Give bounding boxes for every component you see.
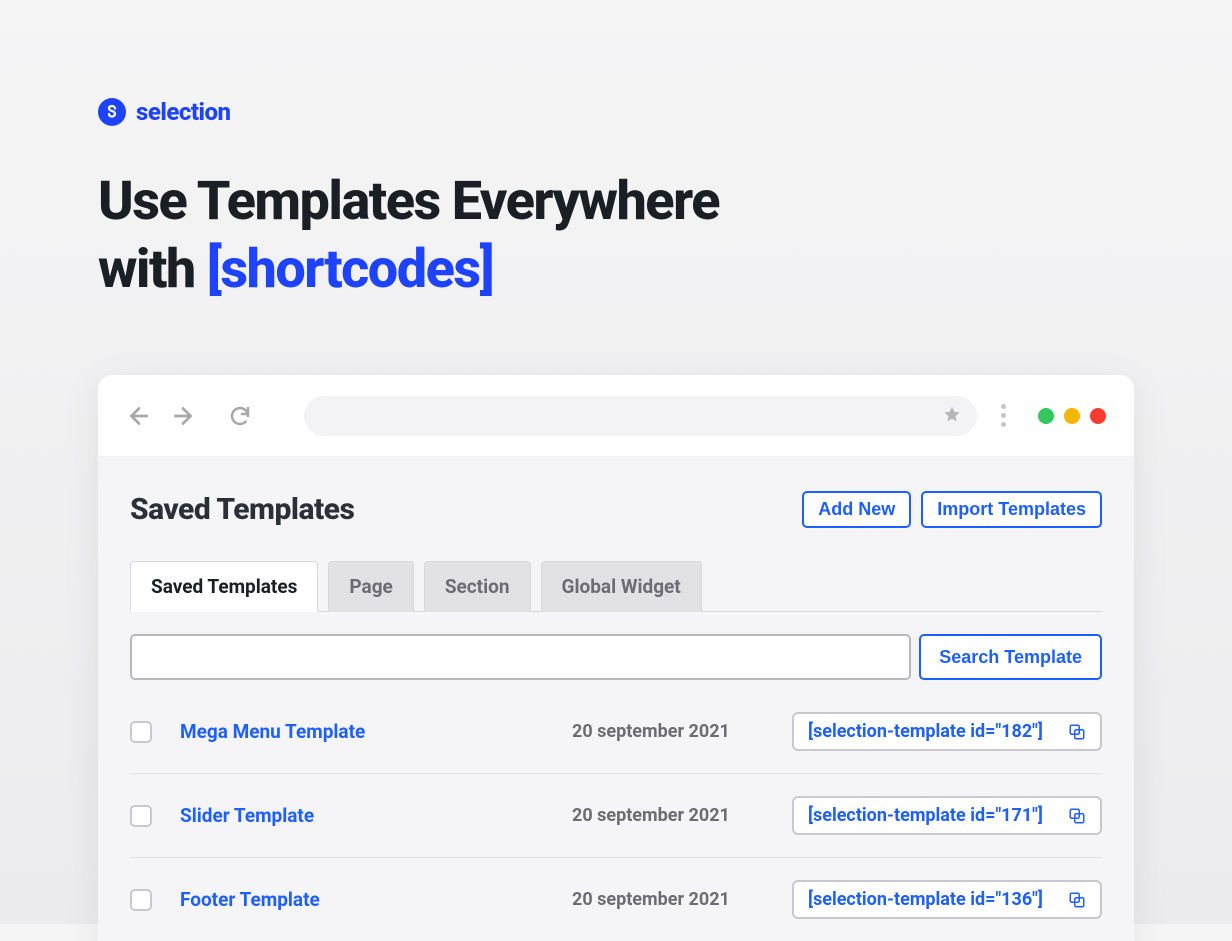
- tab-saved-templates[interactable]: Saved Templates: [130, 561, 318, 612]
- table-row: Footer Template 20 september 2021 [selec…: [130, 858, 1102, 941]
- traffic-red-icon[interactable]: [1090, 408, 1106, 424]
- tab-page[interactable]: Page: [328, 561, 413, 612]
- search-button[interactable]: Search Template: [919, 634, 1102, 680]
- bookmark-star-icon[interactable]: [943, 405, 961, 427]
- add-new-button[interactable]: Add New: [802, 491, 911, 528]
- template-date: 20 september 2021: [572, 721, 792, 742]
- tabs: Saved Templates Page Section Global Widg…: [130, 560, 1102, 612]
- tab-section[interactable]: Section: [424, 561, 531, 612]
- forward-icon[interactable]: [170, 403, 196, 429]
- browser-window: Saved Templates Add New Import Templates…: [98, 375, 1134, 941]
- traffic-green-icon[interactable]: [1038, 408, 1054, 424]
- shortcode-box: [selection-template id="171"]: [792, 796, 1102, 835]
- brand: selection: [98, 98, 1134, 126]
- search-input[interactable]: [130, 634, 911, 680]
- template-list: Mega Menu Template 20 september 2021 [se…: [130, 690, 1102, 941]
- template-date: 20 september 2021: [572, 805, 792, 826]
- back-icon[interactable]: [126, 403, 152, 429]
- shortcode-text: [selection-template id="182"]: [808, 721, 1043, 742]
- shortcode-text: [selection-template id="171"]: [808, 805, 1043, 826]
- brand-logo-icon: [98, 98, 126, 126]
- browser-menu-icon[interactable]: [995, 404, 1012, 427]
- template-name-link[interactable]: Footer Template: [180, 888, 572, 911]
- page-content: Saved Templates Add New Import Templates…: [98, 457, 1134, 941]
- brand-name: selection: [136, 98, 231, 126]
- row-checkbox[interactable]: [130, 721, 152, 743]
- copy-icon[interactable]: [1068, 807, 1086, 825]
- template-date: 20 september 2021: [572, 889, 792, 910]
- tab-global-widget[interactable]: Global Widget: [541, 561, 702, 612]
- shortcode-text: [selection-template id="136"]: [808, 889, 1043, 910]
- table-row: Mega Menu Template 20 september 2021 [se…: [130, 690, 1102, 774]
- page-title: Saved Templates: [130, 492, 354, 527]
- url-bar[interactable]: [304, 396, 977, 436]
- template-name-link[interactable]: Mega Menu Template: [180, 720, 572, 743]
- row-checkbox[interactable]: [130, 889, 152, 911]
- browser-toolbar: [98, 375, 1134, 457]
- import-templates-button[interactable]: Import Templates: [921, 491, 1102, 528]
- hero-title: Use Templates Everywhere with [shortcode…: [98, 168, 1134, 303]
- table-row: Slider Template 20 september 2021 [selec…: [130, 774, 1102, 858]
- shortcode-box: [selection-template id="182"]: [792, 712, 1102, 751]
- row-checkbox[interactable]: [130, 805, 152, 827]
- copy-icon[interactable]: [1068, 723, 1086, 741]
- traffic-yellow-icon[interactable]: [1064, 408, 1080, 424]
- copy-icon[interactable]: [1068, 891, 1086, 909]
- window-traffic-lights: [1038, 408, 1106, 424]
- template-name-link[interactable]: Slider Template: [180, 804, 572, 827]
- shortcode-box: [selection-template id="136"]: [792, 880, 1102, 919]
- reload-icon[interactable]: [228, 404, 252, 428]
